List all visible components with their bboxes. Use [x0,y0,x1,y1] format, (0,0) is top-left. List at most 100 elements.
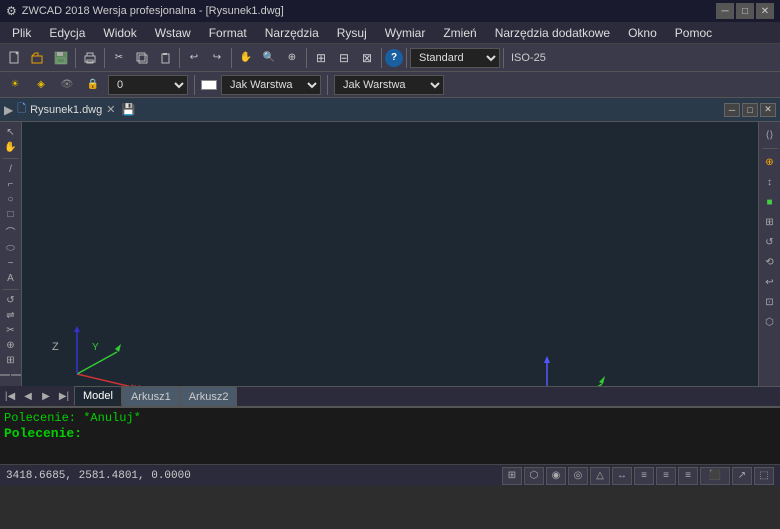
cut-button[interactable]: ✂ [108,47,130,69]
layer-icon-3[interactable]: 👁 [56,74,78,96]
paste-button[interactable] [154,47,176,69]
zoom-button[interactable]: 🔍 [258,47,280,69]
status-snap[interactable]: ⬡ [524,467,544,485]
right-tool-4[interactable]: ⊞ [761,213,779,231]
menu-item-menu-wstaw[interactable]: Wstaw [147,22,199,43]
mirror-tool[interactable]: ⇌ [2,309,20,322]
new-button[interactable] [4,47,26,69]
tab-arkusz1[interactable]: Arkusz1 [122,386,180,406]
menu-item-menu-rysuj[interactable]: Rysuj [329,22,375,43]
menu-item-menu-narzedzia[interactable]: Narzędzia [257,22,327,43]
view-btn-1[interactable]: ⊞ [310,47,332,69]
view-btn-2[interactable]: ⊟ [333,47,355,69]
status-qprops[interactable]: ⬚ [754,467,774,485]
style-combo[interactable]: Standard [410,48,500,68]
view-btn-3[interactable]: ⊠ [356,47,378,69]
open-button[interactable] [27,47,49,69]
status-otrack[interactable]: ↔ [612,467,632,485]
drawing-minimize[interactable]: ─ [724,103,740,117]
status-grid[interactable]: ⊞ [502,467,522,485]
close-button[interactable]: ✕ [756,3,774,19]
layer-combo[interactable]: 0 [108,75,188,95]
polyline-tool[interactable]: ⌐ [2,178,20,191]
status-model[interactable]: ⬛ [700,467,730,485]
nav-first[interactable]: |◀ [2,388,18,404]
save-button[interactable] [50,47,72,69]
drawing-close[interactable]: ✕ [760,103,776,117]
help-button[interactable]: ? [385,49,403,67]
layer-icon-4[interactable]: 🔒 [82,74,104,96]
status-dyn[interactable]: ≡ [656,467,676,485]
drawing-save-icon[interactable]: 💾 [121,103,135,116]
dimension-tool[interactable]: ⟵⟶ [2,369,20,382]
drawing-tab-name: Rysunek1.dwg [30,104,102,116]
trim-tool[interactable]: ✂ [2,324,20,337]
print-button[interactable] [79,47,101,69]
right-expand[interactable]: ⟨⟩ [761,126,779,144]
right-tool-7[interactable]: ↩ [761,273,779,291]
right-tool-8[interactable]: ⊡ [761,293,779,311]
status-icons: ⊞ ⬡ ◉ ◎ △ ↔ ≡ ≡ ≡ ⬛ ↗ ⬚ [502,467,774,485]
right-tool-1[interactable]: ⊕ [761,153,779,171]
right-tool-6[interactable]: ⟲ [761,253,779,271]
menu-item-menu-wymiar[interactable]: Wymiar [377,22,434,43]
right-tool-5[interactable]: ↺ [761,233,779,251]
status-ducs[interactable]: ≡ [634,467,654,485]
menu-item-menu-narzedziaDodatkowe[interactable]: Narzędzia dodatkowe [487,22,618,43]
toolbar-sep-3 [179,48,180,68]
zoom-window-button[interactable]: ⊕ [281,47,303,69]
spline-tool[interactable]: ~ [2,257,20,270]
app-title: ZWCAD 2018 Wersja profesjonalna - [Rysun… [22,5,284,17]
status-transparency[interactable]: ↗ [732,467,752,485]
pan-tool[interactable]: ✋ [2,141,20,154]
array-tool[interactable]: ⊞ [2,354,20,367]
select-tool[interactable]: ↖ [2,126,20,139]
tab-model[interactable]: Model [74,386,122,406]
status-lw[interactable]: ≡ [678,467,698,485]
redo-button[interactable]: ↪ [206,47,228,69]
menu-item-menu-pomoc[interactable]: Pomoc [667,22,720,43]
menu-item-menu-format[interactable]: Format [201,22,255,43]
right-toolbar: ⟨⟩ ⊕ ↕ ■ ⊞ ↺ ⟲ ↩ ⊡ ⬡ [758,122,780,386]
menu-bar: PlikEdycjaWidokWstawFormatNarzędziaRysuj… [0,22,780,44]
menu-item-menu-zmien[interactable]: Zmień [435,22,484,43]
layer-icon-2[interactable]: ◈ [30,74,52,96]
toolbar-main: ✂ ↩ ↪ ✋ 🔍 ⊕ ⊞ ⊟ ⊠ ? Standard ISO-25 [0,44,780,72]
color-combo[interactable]: Jak Warstwa [221,75,321,95]
ellipse-tool[interactable]: ⬭ [2,242,20,255]
canvas-area[interactable]: Z Y X [22,122,758,386]
rotate-tool[interactable]: ↺ [2,294,20,307]
menu-item-menu-okno[interactable]: Okno [620,22,665,43]
layer-icon-1[interactable]: ☀ [4,74,26,96]
drawing-expand-icon[interactable]: ▶ [4,103,13,117]
copy-button[interactable] [131,47,153,69]
drawing-maximize[interactable]: □ [742,103,758,117]
nav-prev[interactable]: ◀ [20,388,36,404]
nav-next[interactable]: ▶ [38,388,54,404]
text-tool[interactable]: A [2,272,20,285]
minimize-button[interactable]: ─ [716,3,734,19]
arc-tool[interactable]: ⌒ [2,223,20,240]
right-tool-3[interactable]: ■ [761,193,779,211]
color-icon[interactable] [201,80,217,90]
right-tool-2[interactable]: ↕ [761,173,779,191]
menu-item-menu-edycja[interactable]: Edycja [41,22,93,43]
tab-arkusz2[interactable]: Arkusz2 [180,386,238,406]
line-tool[interactable]: / [2,163,20,176]
right-tool-9[interactable]: ⬡ [761,313,779,331]
nav-last[interactable]: ▶| [56,388,72,404]
linetype-combo[interactable]: Jak Warstwa [334,75,444,95]
maximize-button[interactable]: □ [736,3,754,19]
rect-tool[interactable]: □ [2,208,20,221]
pan-button[interactable]: ✋ [235,47,257,69]
status-osnap[interactable]: ◎ [568,467,588,485]
status-3dosnap[interactable]: △ [590,467,610,485]
status-polar[interactable]: ◉ [546,467,566,485]
menu-item-menu-plik[interactable]: Plik [4,22,39,43]
menu-item-menu-widok[interactable]: Widok [95,22,144,43]
drawing-tab-close[interactable]: ✕ [106,103,115,116]
offset-tool[interactable]: ⊕ [2,339,20,352]
undo-button[interactable]: ↩ [183,47,205,69]
title-controls: ─ □ ✕ [716,3,774,19]
circle-tool[interactable]: ○ [2,193,20,206]
